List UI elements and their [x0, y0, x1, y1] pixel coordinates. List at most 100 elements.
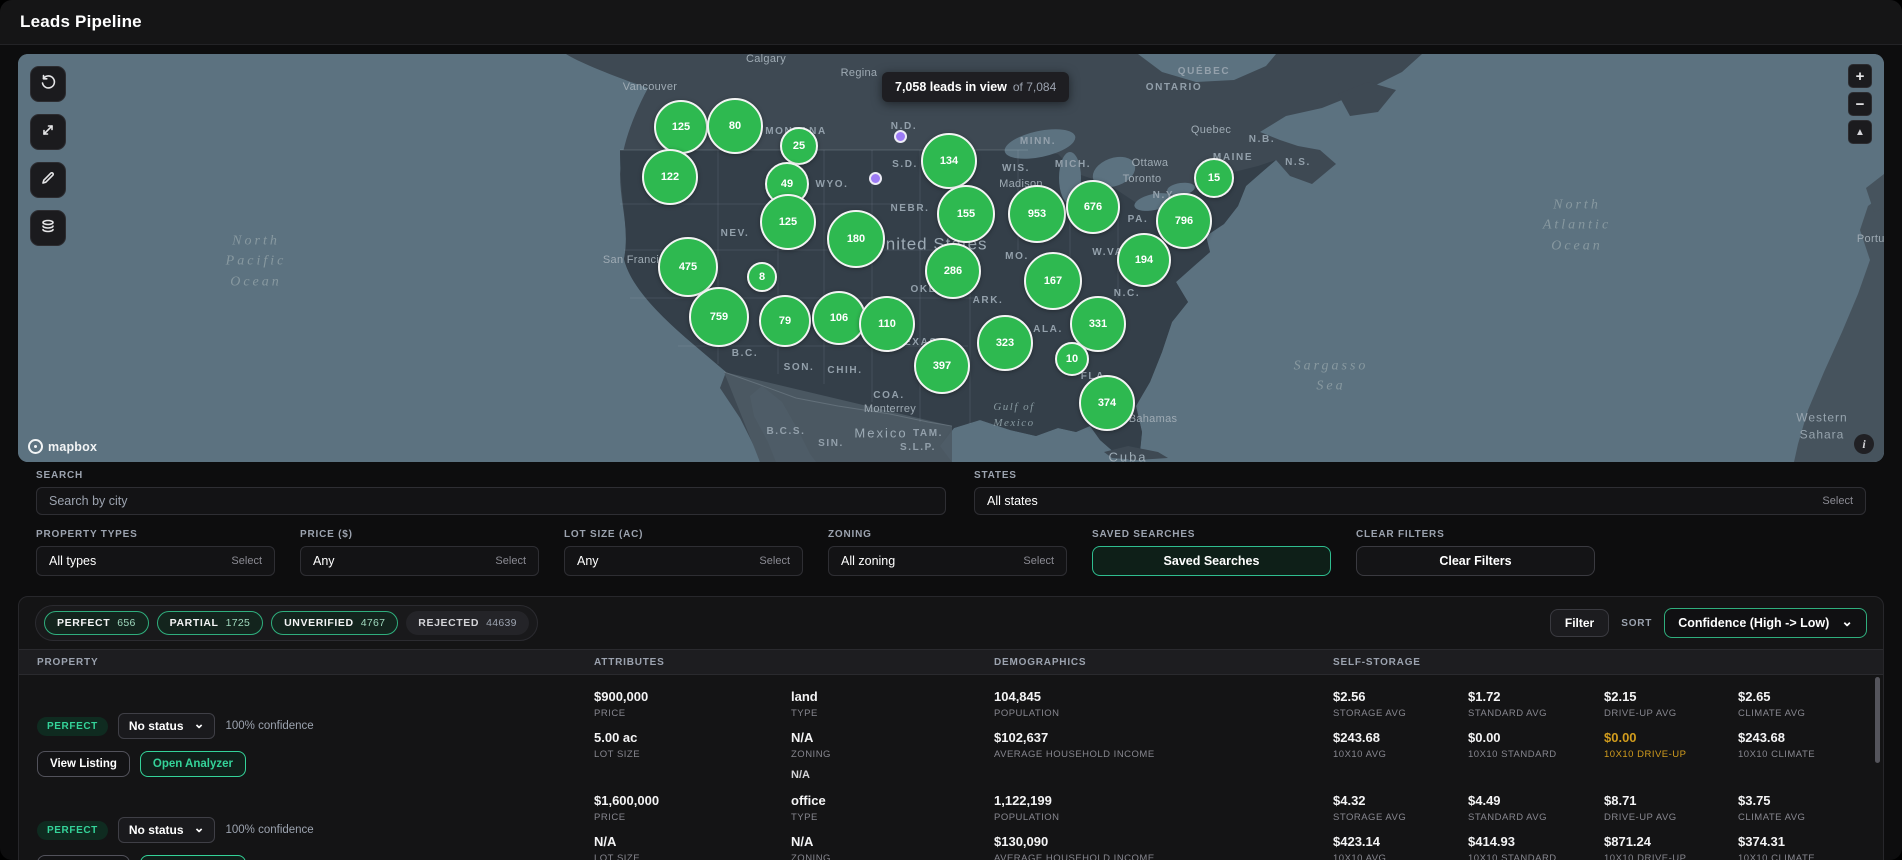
lead-cluster[interactable]: 676: [1066, 180, 1120, 234]
tab-count: 4767: [360, 617, 386, 629]
property-types-value: All types: [49, 554, 97, 568]
expand-button[interactable]: [30, 114, 66, 150]
status-tabs: PERFECT 656 PARTIAL 1725 UNVERIFIED 4767 REJEC…: [35, 605, 538, 641]
zoning-pair: N/A ZONING N/A: [791, 730, 994, 781]
confidence-text: 100% confidence: [225, 720, 314, 732]
metric-label: STORAGE AVG: [1333, 708, 1407, 719]
metric-pair: $423.14 10X10 AVG: [1333, 834, 1468, 860]
lead-marker[interactable]: [868, 171, 882, 185]
tab-rejected[interactable]: REJECTED 44639: [406, 611, 529, 635]
metric-pair: $1.72 STANDARD AVG: [1468, 689, 1604, 719]
tab-perfect[interactable]: PERFECT 656: [44, 611, 149, 635]
zoom-out-button[interactable]: −: [1848, 92, 1872, 116]
lead-cluster[interactable]: 286: [925, 243, 981, 299]
lead-cluster[interactable]: 8: [747, 262, 777, 292]
property-types-hint: Select: [231, 555, 262, 567]
population-value: 1,122,199: [994, 793, 1052, 808]
lead-cluster[interactable]: 759: [689, 287, 749, 347]
metric-value: $2.15: [1604, 689, 1637, 704]
saved-searches-label: SAVED SEARCHES: [1092, 529, 1196, 540]
storage-metric: $2.65 CLIMATE AVG $243.68 10X10 CLIMATE: [1738, 689, 1883, 781]
lead-cluster[interactable]: 323: [977, 315, 1033, 371]
storage-metric: $3.75 CLIMATE AVG $374.31 10X10 CLIMATE: [1738, 793, 1883, 860]
lead-cluster[interactable]: 397: [914, 338, 970, 394]
self-storage-cell: $4.32 STORAGE AVG $423.14 10X10 AVG $4.49 STA…: [1333, 793, 1883, 860]
lead-cluster[interactable]: 125: [654, 100, 708, 154]
storage-metric: $4.32 STORAGE AVG $423.14 10X10 AVG: [1333, 793, 1468, 860]
attributes-col-a: $1,600,000 PRICE N/A LOT SIZE: [594, 793, 791, 860]
storage-metric: $1.72 STANDARD AVG $0.00 10X10 STANDARD: [1468, 689, 1604, 781]
table-row: PERFECT No status ⌄ 100% confidence View…: [19, 779, 1883, 860]
lead-cluster[interactable]: 953: [1008, 185, 1066, 243]
metric-label: STANDARD AVG: [1468, 812, 1548, 823]
sort-label: SORT: [1621, 617, 1653, 629]
lead-cluster[interactable]: 15: [1194, 158, 1234, 198]
leads-map[interactable]: VancouverCalgaryReginaN.D.S.D.MONTANAWYO…: [18, 54, 1884, 462]
page-title: Leads Pipeline: [20, 12, 142, 31]
layers-button[interactable]: [30, 210, 66, 246]
compass-button[interactable]: ▲: [1848, 120, 1872, 144]
lead-cluster[interactable]: 80: [707, 98, 763, 154]
view-listing-button[interactable]: View Listing: [37, 855, 130, 860]
table-scrollbar[interactable]: [1875, 677, 1880, 763]
tab-unverified[interactable]: UNVERIFIED 4767: [271, 611, 399, 635]
tab-partial[interactable]: PARTIAL 1725: [156, 611, 264, 635]
zoom-in-button[interactable]: +: [1848, 64, 1872, 88]
lead-marker[interactable]: [893, 129, 907, 143]
status-value: No status: [128, 719, 184, 733]
lead-cluster[interactable]: 374: [1079, 375, 1135, 431]
map-attribution-info-icon[interactable]: i: [1854, 434, 1874, 454]
view-listing-button[interactable]: View Listing: [37, 751, 130, 777]
type-label: TYPE: [791, 812, 818, 823]
table-header: PROPERTY ATTRIBUTES DEMOGRAPHICS SELF-ST…: [19, 649, 1883, 675]
property-types-select[interactable]: All types Select: [36, 546, 275, 576]
population-label: POPULATION: [994, 708, 1060, 719]
lead-cluster[interactable]: 796: [1156, 193, 1212, 249]
status-dropdown[interactable]: No status ⌄: [117, 713, 216, 739]
lead-cluster[interactable]: 134: [921, 133, 977, 189]
metric-value: $243.68: [1333, 730, 1380, 745]
lead-cluster[interactable]: 122: [642, 149, 698, 205]
lead-cluster[interactable]: 155: [937, 185, 995, 243]
filter-button[interactable]: Filter: [1549, 609, 1610, 637]
zoning-label: ZONING: [791, 749, 831, 760]
price-select[interactable]: Any Select: [300, 546, 539, 576]
lot-size-select[interactable]: Any Select: [564, 546, 803, 576]
lot-size-hint: Select: [759, 555, 790, 567]
lead-cluster[interactable]: 194: [1117, 233, 1171, 287]
clear-filters-button[interactable]: Clear Filters: [1356, 546, 1595, 576]
price-label: PRICE ($): [300, 529, 353, 540]
lot-size-label: LOT SIZE: [594, 749, 641, 760]
lead-cluster[interactable]: 10: [1055, 342, 1089, 376]
column-property: PROPERTY: [37, 656, 99, 668]
metric-label: 10X10 CLIMATE: [1738, 749, 1816, 760]
reset-rotate-button[interactable]: [30, 66, 66, 102]
lead-cluster[interactable]: 110: [859, 296, 915, 352]
draw-button[interactable]: [30, 162, 66, 198]
lead-cluster[interactable]: 180: [827, 210, 885, 268]
states-value: All states: [987, 494, 1038, 508]
status-dropdown[interactable]: No status ⌄: [117, 817, 216, 843]
open-analyzer-button[interactable]: Open Analyzer: [139, 751, 246, 777]
metric-value: $414.93: [1468, 834, 1515, 849]
states-select[interactable]: All states Select: [974, 487, 1866, 515]
property-cell: PERFECT No status ⌄ 100% confidence View…: [37, 793, 594, 860]
saved-searches-button[interactable]: Saved Searches: [1092, 546, 1331, 576]
open-analyzer-button[interactable]: Open Analyzer: [139, 855, 246, 860]
sort-dropdown[interactable]: Confidence (High -> Low) ⌄: [1664, 608, 1867, 638]
lead-cluster[interactable]: 125: [760, 194, 816, 250]
search-input[interactable]: [49, 494, 933, 508]
lead-cluster[interactable]: 167: [1024, 252, 1082, 310]
lead-cluster[interactable]: 106: [812, 291, 866, 345]
population-label: POPULATION: [994, 812, 1060, 823]
metric-label: 10X10 STANDARD: [1468, 749, 1557, 760]
clear-filters-group: CLEAR FILTERS Clear Filters: [1356, 529, 1595, 576]
zoning-select[interactable]: All zoning Select: [828, 546, 1067, 576]
metric-label: STORAGE AVG: [1333, 812, 1407, 823]
metric-label: 10X10 AVG: [1333, 853, 1387, 860]
lead-cluster[interactable]: 25: [780, 127, 818, 165]
metric-pair: $2.65 CLIMATE AVG: [1738, 689, 1883, 719]
attributes-col-a: $900,000 PRICE 5.00 ac LOT SIZE: [594, 689, 791, 781]
lead-cluster[interactable]: 79: [759, 295, 811, 347]
metric-pair: $3.75 CLIMATE AVG: [1738, 793, 1883, 823]
